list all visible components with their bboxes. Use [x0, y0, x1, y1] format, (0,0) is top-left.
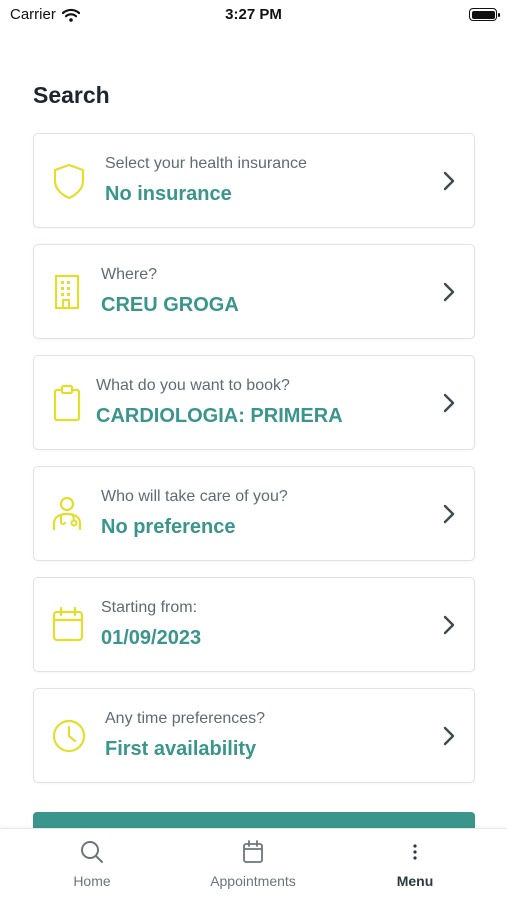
- professional-text: Who will take care of you? No preference: [101, 487, 288, 539]
- chevron-right-icon: [443, 726, 455, 746]
- building-icon: [54, 274, 80, 310]
- chevron-right-icon: [443, 393, 455, 413]
- location-value: CREU GROGA: [101, 294, 239, 316]
- professional-value: No preference: [101, 516, 236, 538]
- tab-bar: Home Appointments Menu: [0, 828, 507, 900]
- professional-label: Who will take care of you?: [101, 488, 288, 505]
- start-date-card[interactable]: Starting from: 01/09/2023: [33, 577, 475, 672]
- time-preference-card[interactable]: Any time preferences? First availability: [33, 688, 475, 783]
- tab-menu-label: Menu: [396, 873, 434, 889]
- chevron-right-icon: [443, 171, 455, 191]
- clipboard-icon: [53, 384, 81, 422]
- service-value: CARDIOLOGIA: PRIMERA: [96, 405, 343, 427]
- search-icon: [81, 841, 103, 863]
- start-date-text: Starting from: 01/09/2023: [101, 598, 201, 650]
- doctor-icon: [52, 496, 82, 530]
- insurance-text: Select your health insurance No insuranc…: [105, 154, 307, 206]
- clock-icon: [52, 719, 86, 753]
- tab-home[interactable]: Home: [32, 839, 152, 889]
- start-date-value: 01/09/2023: [101, 627, 202, 649]
- time-preference-value: First availability: [105, 738, 257, 760]
- tab-appointments[interactable]: Appointments: [193, 839, 313, 889]
- tab-appointments-label: Appointments: [210, 873, 296, 889]
- insurance-label: Select your health insurance: [105, 155, 307, 172]
- status-time: 3:27 PM: [225, 6, 282, 23]
- location-card[interactable]: Where? CREU GROGA: [33, 244, 475, 339]
- calendar-icon: [52, 606, 84, 642]
- chevron-right-icon: [443, 504, 455, 524]
- battery-icon: [469, 8, 500, 21]
- more-icon: [413, 844, 417, 860]
- time-preference-text: Any time preferences? First availability: [105, 709, 265, 761]
- insurance-card[interactable]: Select your health insurance No insuranc…: [33, 133, 475, 228]
- page-title: Search: [33, 82, 110, 108]
- service-label: What do you want to book?: [96, 377, 290, 394]
- tab-home-label: Home: [73, 873, 111, 889]
- insurance-value: No insurance: [105, 183, 232, 205]
- location-text: Where? CREU GROGA: [101, 265, 239, 317]
- tab-menu[interactable]: Menu: [355, 839, 475, 889]
- start-date-label: Starting from:: [101, 599, 198, 616]
- service-text: What do you want to book? CARDIOLOGIA: P…: [96, 376, 343, 428]
- shield-icon: [53, 163, 85, 200]
- professional-card[interactable]: Who will take care of you? No preference: [33, 466, 475, 561]
- time-preference-label: Any time preferences?: [105, 710, 266, 727]
- service-card[interactable]: What do you want to book? CARDIOLOGIA: P…: [33, 355, 475, 450]
- location-label: Where?: [101, 266, 158, 283]
- calendar-icon: [243, 840, 263, 863]
- chevron-right-icon: [443, 615, 455, 635]
- chevron-right-icon: [443, 282, 455, 302]
- status-bar: Carrier 3:27 PM: [0, 0, 507, 30]
